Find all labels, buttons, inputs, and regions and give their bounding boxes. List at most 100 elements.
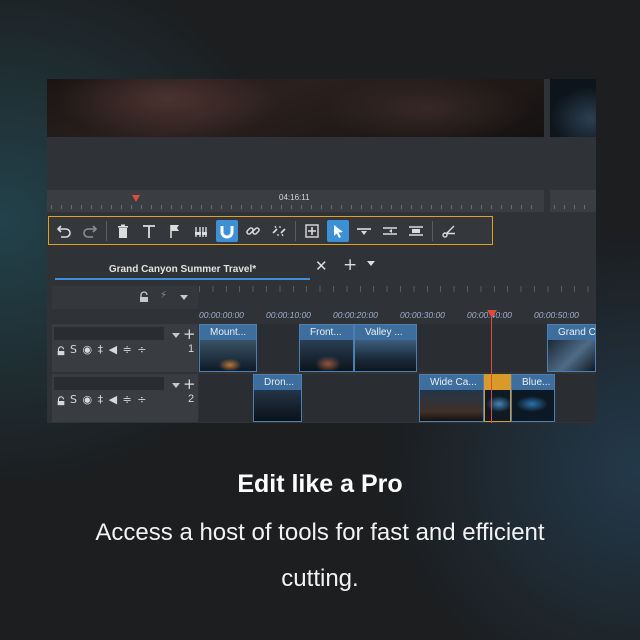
magnet-snap-button[interactable] [216,219,238,242]
timecode-label: 00:00:00:00 [199,310,244,320]
chevron-down-icon[interactable] [180,295,188,300]
redo-button[interactable] [79,220,101,242]
timecode-label: 00:00:10:00 [266,310,311,320]
track-lane-2[interactable]: Dron... Wide Ca... Blue... [199,374,596,422]
timecode-label: 00:00:30:00 [400,310,445,320]
ruler-ticks [51,205,540,209]
preview-playhead-marker[interactable] [132,195,140,202]
clip-title: Blue... [512,375,554,390]
clip-thumbnail [355,340,416,371]
trim-tool-button[interactable] [353,220,375,242]
unlink-button[interactable] [268,220,290,242]
video-editor-window: 04:16:11 Grand Canyon Summer Travel* ✕ +… [47,79,596,423]
project-tab-bar: Grand Canyon Summer Travel* ✕ + [47,255,596,283]
clip-title: Valley ... [355,325,416,340]
source-time-ruler[interactable] [550,190,596,212]
add-track-icon[interactable]: + [183,375,196,393]
clip-title [485,375,510,390]
slip-icon [409,225,423,236]
video-clip[interactable]: Mount... [199,324,257,372]
video-clip[interactable]: Front... [299,324,354,372]
tab-grand-canyon-project[interactable]: Grand Canyon Summer Travel* [55,257,310,280]
insert-icon [305,223,319,238]
video-clip[interactable]: Valley ... [354,324,417,372]
text-icon [143,224,155,238]
track-controls[interactable]: S ◉ ‡ ◀ ≑ ÷ [70,343,147,356]
track-lane-1[interactable]: Mount... Front... Valley ... Grand C [199,324,596,372]
editing-toolbar [48,216,493,245]
split-button[interactable] [190,220,212,242]
toolbar-divider [295,220,296,241]
preview-time-ruler[interactable]: 04:16:11 [47,190,544,212]
lock-icon[interactable] [138,291,150,303]
text-tool-button[interactable] [138,220,160,242]
chevron-down-icon[interactable] [172,383,180,388]
clip-title: Wide Ca... [420,375,483,390]
slip-tool-button[interactable] [405,220,427,242]
clip-thumbnail [485,390,510,421]
timeline-ruler-ticks [199,286,596,292]
timeline-playhead[interactable] [491,311,492,423]
split-icon [195,226,207,237]
track-name-field[interactable] [54,377,164,390]
lock-icon[interactable] [56,346,66,356]
timeline-ruler[interactable]: 00:00:00:00 00:00:10:00 00:00:20:00 00:0… [199,286,596,323]
clip-title: Mount... [200,325,256,340]
track-number: 2 [188,393,195,405]
magnet-icon [220,225,234,238]
video-clip[interactable]: Blue... [511,374,555,422]
close-tab-icon[interactable]: ✕ [315,257,328,275]
clip-title: Grand C [548,325,595,340]
video-clip[interactable]: Grand C [547,324,596,372]
clip-title: Front... [300,325,353,340]
add-tab-icon[interactable]: + [343,255,357,275]
lock-icon[interactable] [56,396,66,406]
marker-button[interactable] [164,220,186,242]
trash-icon [118,224,128,238]
selected-clip[interactable] [484,374,511,422]
insert-mode-button[interactable] [301,220,323,242]
track-header-1: + S ◉ ‡ ◀ ≑ ÷ 1 [52,324,198,372]
active-tab-indicator [55,278,310,280]
ruler-ticks [554,205,592,209]
redo-icon [83,224,98,238]
lightning-icon[interactable]: ⚡ [160,290,167,301]
timecode-label: 00:00:20:00 [333,310,378,320]
clip-thumbnail [548,340,595,371]
ripple-icon [383,226,397,235]
subheadline: Access a host of tools for fast and effi… [95,519,545,592]
track-number: 1 [188,343,195,355]
add-track-icon[interactable]: + [183,325,196,343]
track-name-field[interactable] [54,327,164,340]
timeline-header: ⚡ [52,286,198,309]
toolbar-divider [432,220,433,241]
source-monitor[interactable] [550,79,596,137]
video-clip[interactable]: Dron... [253,374,302,422]
cursor-arrow-icon [334,224,343,238]
cut-tool-button[interactable] [438,220,460,242]
chevron-down-icon[interactable] [172,333,180,338]
ripple-tool-button[interactable] [379,220,401,242]
flag-icon [170,224,179,238]
timecode-label: 00:00:50:00 [534,310,579,320]
clip-thumbnail [200,340,256,371]
headline: Edit like a Pro [237,470,403,498]
video-clip[interactable]: Wide Ca... [419,374,484,422]
clip-thumbnail [512,390,554,421]
undo-button[interactable] [53,220,75,242]
link-icon [246,226,260,235]
select-tool-button[interactable] [327,219,349,242]
delete-button[interactable] [112,220,134,242]
clip-thumbnail [254,390,301,421]
trim-icon [357,227,371,235]
timeline-playhead-handle[interactable] [487,310,497,318]
tab-menu-chevron-down-icon[interactable] [367,261,375,266]
clip-title: Dron... [254,375,301,390]
preview-timecode: 04:16:11 [279,193,310,202]
track-header-2: + S ◉ ‡ ◀ ≑ ÷ 2 [52,374,198,422]
preview-monitor[interactable] [47,79,544,137]
clip-thumbnail [420,390,483,421]
link-button[interactable] [242,220,264,242]
track-controls[interactable]: S ◉ ‡ ◀ ≑ ÷ [70,393,147,406]
toolbar-divider [106,220,107,241]
